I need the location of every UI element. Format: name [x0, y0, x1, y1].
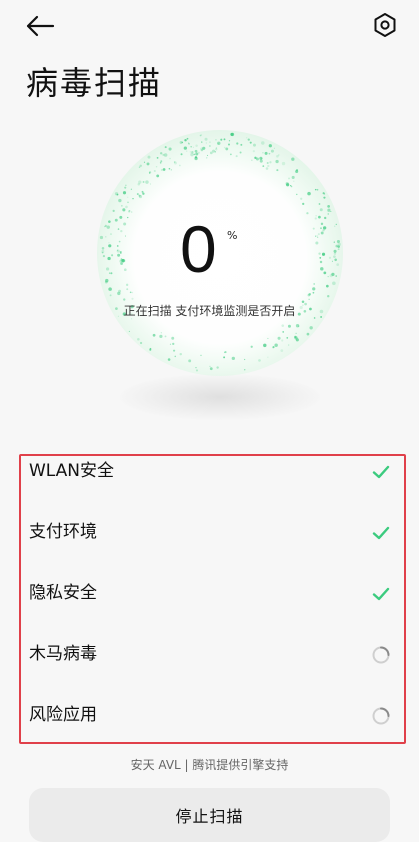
scan-progress-unit: %	[227, 229, 238, 242]
list-item: WLAN安全	[21, 456, 404, 516]
arrow-left-icon	[26, 15, 55, 37]
gear-hexagon-icon	[374, 13, 396, 37]
check-item-label: 风险应用	[29, 705, 97, 725]
scan-progress-value: 0	[180, 212, 217, 286]
list-item: 风险应用	[21, 700, 404, 760]
back-button[interactable]	[20, 10, 60, 42]
stop-scan-button[interactable]: 停止扫描	[29, 788, 390, 842]
list-item: 支付环境	[21, 517, 404, 577]
orb-shadow	[120, 374, 320, 420]
checkmark-icon	[372, 526, 390, 540]
scan-particle-ring	[99, 132, 341, 372]
list-item: 木马病毒	[21, 639, 404, 699]
check-item-label: WLAN安全	[29, 461, 115, 481]
list-item: 隐私安全	[21, 578, 404, 638]
check-item-label: 支付环境	[29, 522, 97, 542]
loading-spinner-icon	[372, 646, 390, 664]
checkmark-icon	[372, 587, 390, 601]
check-item-label: 木马病毒	[29, 644, 97, 664]
loading-spinner-icon	[372, 707, 390, 725]
page-title: 病毒扫描	[26, 64, 163, 102]
top-bar	[0, 0, 419, 56]
check-item-label: 隐私安全	[29, 583, 97, 603]
engine-note: 安天 AVL | 腾讯提供引擎支持	[130, 758, 289, 772]
settings-button[interactable]	[368, 10, 402, 40]
checkmark-icon	[372, 465, 390, 479]
scan-progress-area: 0 % 正在扫描 支付环境监测是否开启	[0, 112, 419, 452]
scan-check-list: WLAN安全 支付环境 隐私安全 木马病毒 风险应用	[19, 454, 406, 744]
scan-status-text: 正在扫描 支付环境监测是否开启	[123, 304, 296, 318]
